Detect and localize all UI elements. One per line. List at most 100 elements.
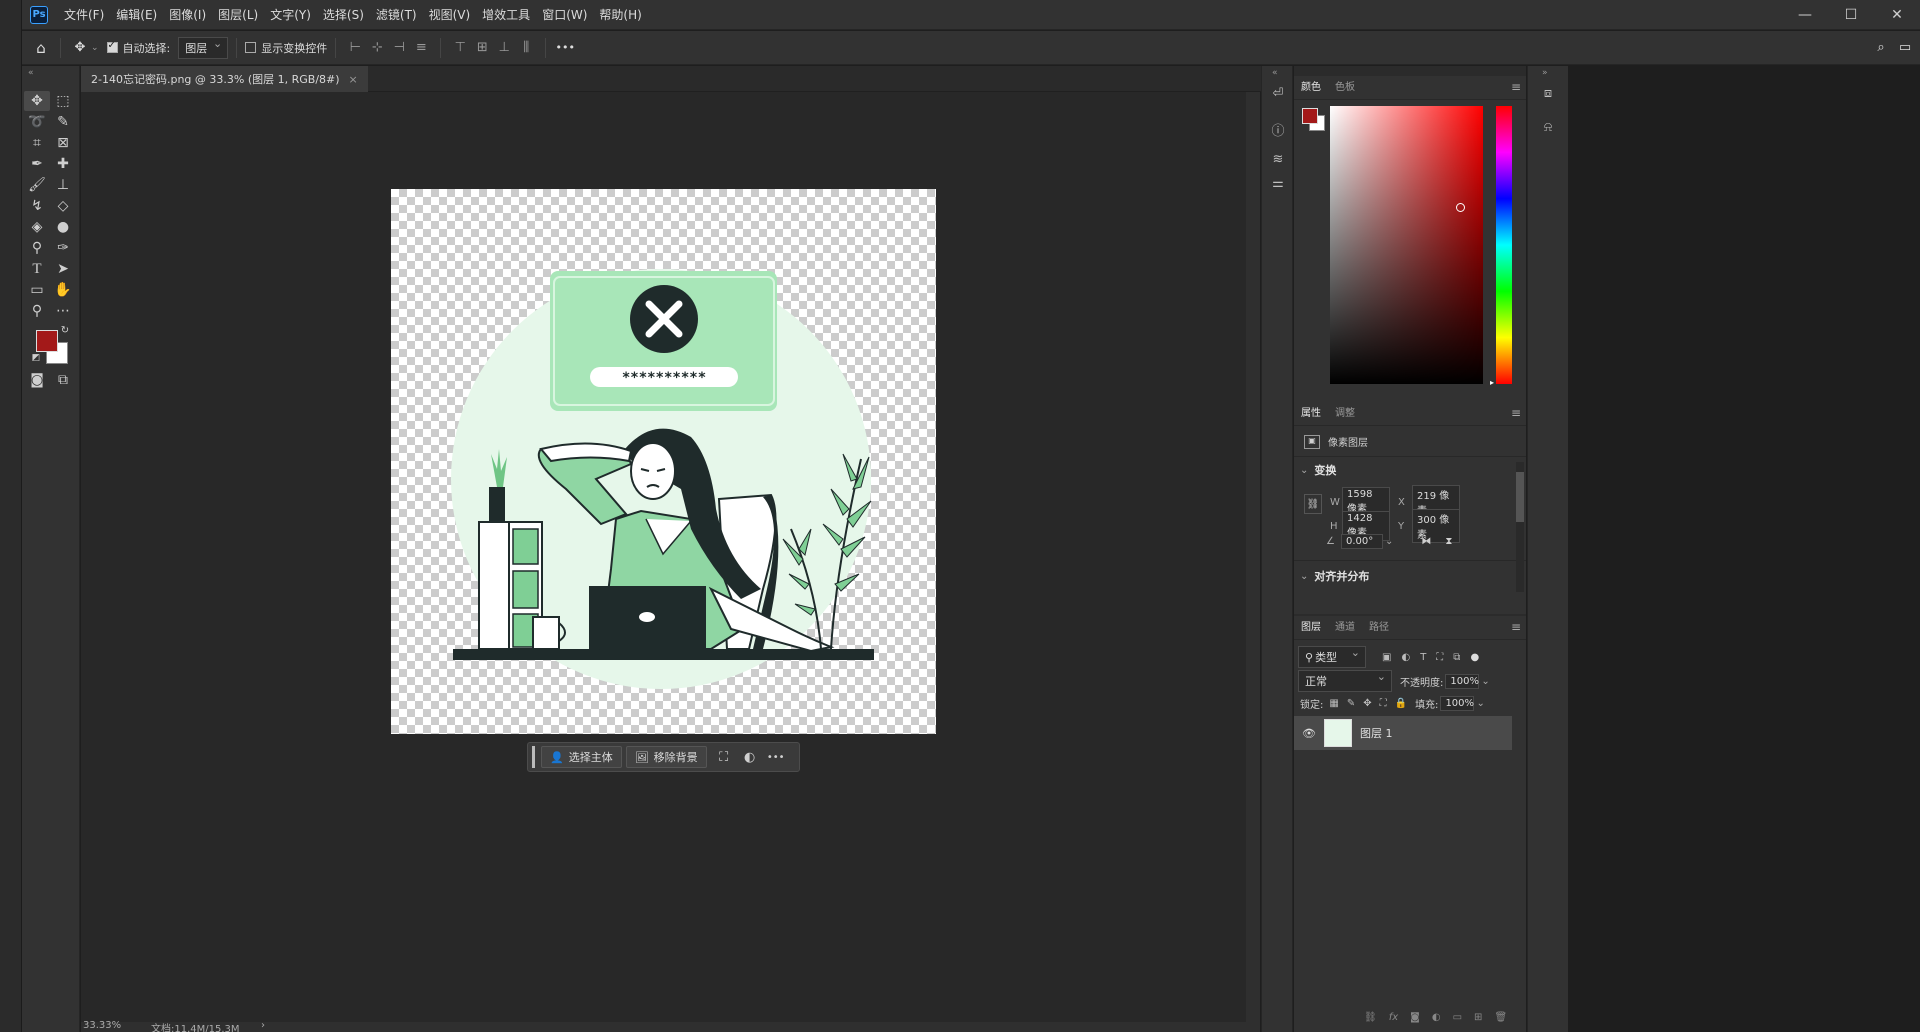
close-window-button[interactable]: ✕ <box>1874 0 1920 30</box>
align-bottom-icon[interactable]: ⊥ <box>493 40 515 55</box>
link-layers-icon[interactable]: ⛓ <box>1364 1012 1377 1023</box>
healing-brush-tool-icon[interactable]: ✚ <box>50 154 76 174</box>
rectangle-tool-icon[interactable]: ▭ <box>24 280 50 300</box>
select-subject-button[interactable]: 👤 选择主体 <box>541 746 622 768</box>
minimize-button[interactable]: — <box>1782 0 1828 30</box>
libraries-icon[interactable]: ⧈ <box>1538 86 1558 106</box>
layer-row[interactable]: 👁 图层 1 <box>1294 716 1512 750</box>
chevron-down-icon[interactable]: ⌄ <box>1385 536 1393 547</box>
zoom-level[interactable]: 33.33% <box>83 1020 121 1031</box>
quick-mask-icon[interactable]: ◙ <box>24 370 50 390</box>
new-adjustment-icon[interactable]: ◐ <box>1432 1012 1441 1023</box>
filter-smart-object-icon[interactable]: ⧉ <box>1453 652 1460 663</box>
chevron-down-icon[interactable]: ⌄ <box>1481 676 1489 687</box>
dodge-tool-icon[interactable]: ⚲ <box>24 238 50 258</box>
lasso-tool-icon[interactable]: ➰ <box>24 112 50 132</box>
close-tab-icon[interactable]: × <box>349 73 358 86</box>
lock-all-icon[interactable]: 🔒 <box>1395 698 1407 709</box>
chevron-down-icon[interactable]: ⌄ <box>91 43 99 53</box>
blend-mode-dropdown[interactable]: 正常 <box>1298 670 1392 692</box>
marquee-tool-icon[interactable]: ⬚ <box>50 91 76 111</box>
swap-colors-icon[interactable]: ↻ <box>58 324 72 336</box>
layer-effects-icon[interactable]: fx <box>1389 1012 1398 1023</box>
align-right-icon[interactable]: ⊣ <box>388 40 410 55</box>
move-tool-preset-icon[interactable]: ✥ <box>69 40 91 55</box>
collapse-right-icon[interactable]: » <box>1542 68 1548 78</box>
transform-icon[interactable]: ⛶ <box>711 750 737 765</box>
expand-panels-icon[interactable]: « <box>1272 68 1278 78</box>
tab-channels[interactable]: 通道 <box>1328 616 1362 640</box>
crop-tool-icon[interactable]: ⌗ <box>24 133 50 153</box>
document-canvas[interactable]: ********** <box>391 189 936 734</box>
quick-select-tool-icon[interactable]: ✎ <box>50 112 76 132</box>
add-mask-icon[interactable]: ◙ <box>1410 1012 1420 1023</box>
properties-scrollbar[interactable] <box>1516 462 1524 592</box>
stamp-tool-icon[interactable]: ⊥ <box>50 175 76 195</box>
align-left-icon[interactable]: ⊢ <box>344 40 366 55</box>
vertical-scrollbar[interactable] <box>1246 92 1260 1030</box>
menu-filter[interactable]: 滤镜(T) <box>370 0 423 30</box>
tab-swatches[interactable]: 色板 <box>1328 76 1362 100</box>
auto-select-checkbox[interactable] <box>106 40 118 53</box>
color-picker-cursor[interactable] <box>1456 203 1465 212</box>
hue-slider[interactable] <box>1496 106 1512 384</box>
filter-type-icon[interactable]: T <box>1420 652 1426 663</box>
angle-input[interactable]: 0.00° <box>1340 534 1383 549</box>
screen-mode-icon[interactable]: ⧉ <box>50 370 76 390</box>
status-menu-arrow[interactable]: › <box>261 1020 265 1031</box>
align-middle-v-icon[interactable]: ⊞ <box>471 40 493 55</box>
hand-tool-icon[interactable]: ✋ <box>50 280 76 300</box>
search-icon[interactable]: ⌕ <box>1870 40 1892 55</box>
flip-horizontal-icon[interactable]: ⧓ <box>1421 536 1431 547</box>
auto-select-target-dropdown[interactable]: 图层 <box>178 36 229 59</box>
opacity-input[interactable]: 100% <box>1445 673 1480 689</box>
layer-filter-dropdown[interactable]: ⚲ 类型 <box>1298 646 1366 668</box>
default-colors-icon[interactable]: ◩ <box>30 352 42 364</box>
panel-menu-icon[interactable]: ≡ <box>1511 80 1521 94</box>
menu-image[interactable]: 图像(I) <box>163 0 212 30</box>
home-icon[interactable]: ⌂ <box>30 39 52 57</box>
panel-menu-icon[interactable]: ≡ <box>1511 620 1521 634</box>
chevron-down-icon[interactable]: ⌄ <box>1476 698 1484 709</box>
lock-pixels-icon[interactable]: ✎ <box>1347 698 1355 709</box>
document-tab[interactable]: 2-140忘记密码.png @ 33.3% (图层 1, RGB/8#) × <box>81 66 368 92</box>
lock-transparency-icon[interactable]: ▦ <box>1329 698 1338 709</box>
learn-icon[interactable]: ⍾ <box>1538 120 1558 140</box>
menu-help[interactable]: 帮助(H) <box>593 0 647 30</box>
new-layer-icon[interactable]: ⊞ <box>1474 1012 1482 1023</box>
menu-plugins[interactable]: 增效工具 <box>476 0 536 30</box>
filter-pixel-icon[interactable]: ▣ <box>1382 652 1391 663</box>
lock-position-icon[interactable]: ✥ <box>1363 698 1371 709</box>
zoom-tool-icon[interactable]: ⚲ <box>24 301 50 321</box>
tab-layers[interactable]: 图层 <box>1294 616 1328 640</box>
new-group-icon[interactable]: ▭ <box>1453 1012 1462 1023</box>
history-icon[interactable]: ⏎ <box>1268 86 1288 106</box>
menu-edit[interactable]: 编辑(E) <box>110 0 163 30</box>
remove-background-button[interactable]: 🖼 移除背景 <box>625 746 707 768</box>
menu-type[interactable]: 文字(Y) <box>264 0 317 30</box>
menu-file[interactable]: 文件(F) <box>58 0 110 30</box>
link-dimensions-icon[interactable]: ⛓ <box>1304 494 1322 514</box>
distribute-v-icon[interactable]: ⫼ <box>515 40 537 55</box>
menu-layer[interactable]: 图层(L) <box>212 0 264 30</box>
tab-color[interactable]: 颜色 <box>1294 76 1328 100</box>
lock-artboard-icon[interactable]: ⛶ <box>1380 698 1387 709</box>
menu-view[interactable]: 视图(V) <box>423 0 477 30</box>
taskbar-grip-handle[interactable] <box>532 746 535 768</box>
more-options-icon[interactable]: ••• <box>554 41 576 54</box>
type-tool-icon[interactable]: T <box>24 259 50 279</box>
frame-tool-icon[interactable]: ⊠ <box>50 133 76 153</box>
path-select-tool-icon[interactable]: ➤ <box>50 259 76 279</box>
menu-window[interactable]: 窗口(W) <box>536 0 593 30</box>
delete-layer-icon[interactable]: 🗑 <box>1494 1012 1507 1023</box>
brush-settings-icon[interactable]: ≋ <box>1268 152 1288 172</box>
canvas-area[interactable]: ********** 👤 选择主体 🖼 移除背景 ⛶ ◐ ••• <box>81 92 1246 1022</box>
panel-menu-icon[interactable]: ≡ <box>1511 406 1521 420</box>
color-panel-foreground-swatch[interactable] <box>1302 108 1318 124</box>
align-center-h-icon[interactable]: ⊹ <box>366 40 388 55</box>
pen-tool-icon[interactable]: ✑ <box>50 238 76 258</box>
history-brush-tool-icon[interactable]: ↯ <box>24 196 50 216</box>
visibility-eye-icon[interactable]: 👁 <box>1302 727 1316 740</box>
adjustment-icon[interactable]: ◐ <box>737 750 763 765</box>
align-top-icon[interactable]: ⊤ <box>449 40 471 55</box>
